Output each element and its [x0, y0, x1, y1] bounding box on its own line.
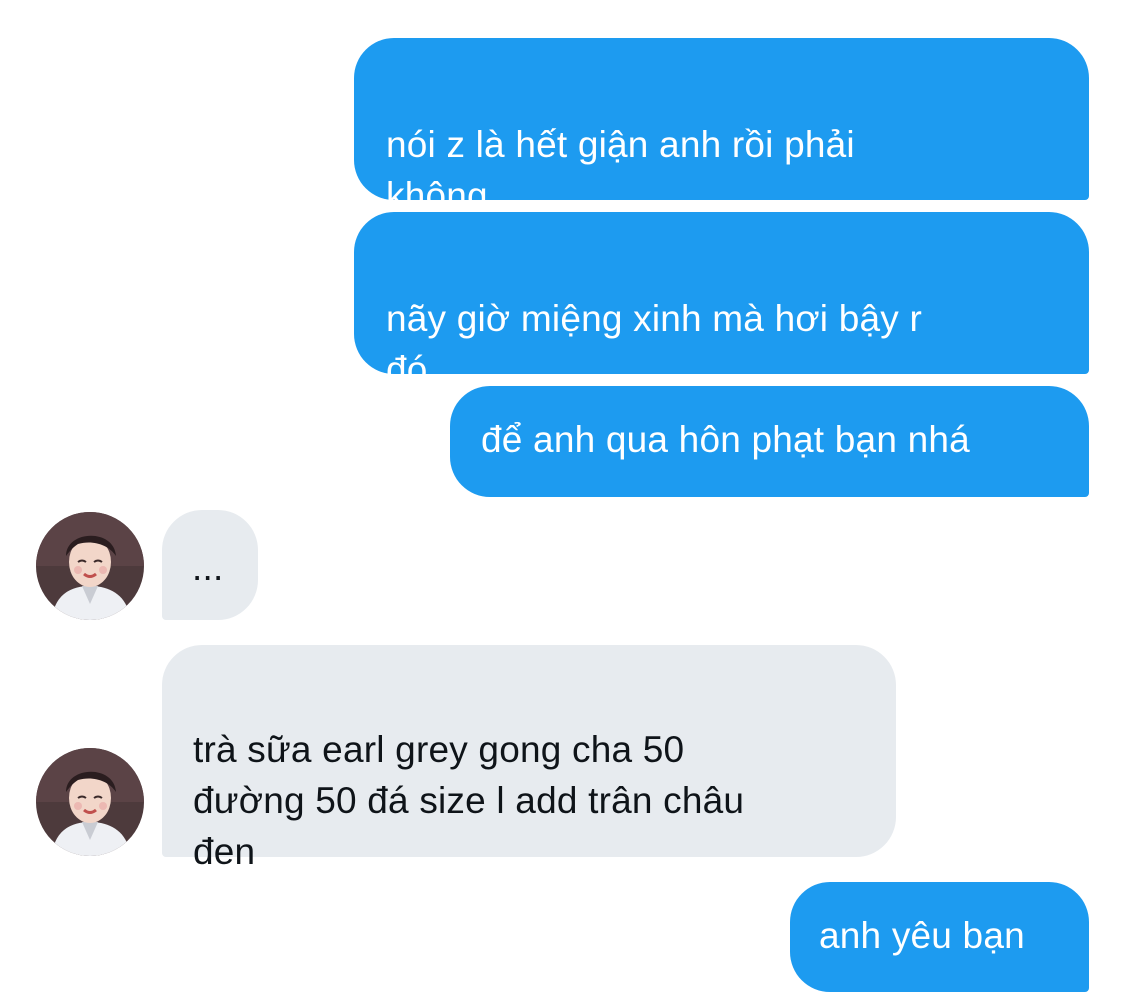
message-text: nãy giờ miệng xinh mà hơi bậy r đó	[386, 298, 922, 390]
message-bubble-outgoing[interactable]: để anh qua hôn phạt bạn nhá	[450, 386, 1089, 497]
message-text: anh yêu bạn	[819, 915, 1025, 956]
message-bubble-outgoing[interactable]: nãy giờ miệng xinh mà hơi bậy r đó	[354, 212, 1089, 390]
contact-avatar-photo-icon	[36, 748, 144, 856]
contact-avatar-photo-icon	[36, 512, 144, 620]
message-bubble-outgoing[interactable]: nói z là hết giận anh rồi phải không	[354, 38, 1089, 216]
message-bubble-outgoing[interactable]: anh yêu bạn	[790, 882, 1089, 992]
message-text: nói z là hết giận anh rồi phải không	[386, 124, 855, 216]
message-thread[interactable]: nói z là hết giận anh rồi phải không nãy…	[0, 0, 1125, 998]
message-text: để anh qua hôn phạt bạn nhá	[481, 419, 970, 460]
message-bubble-incoming[interactable]: trà sữa earl grey gong cha 50 đường 50 đ…	[162, 645, 896, 872]
contact-avatar[interactable]	[36, 748, 144, 856]
message-text: trà sữa earl grey gong cha 50 đường 50 đ…	[193, 729, 745, 872]
message-bubble-incoming[interactable]: ...	[162, 510, 258, 620]
message-text: ...	[192, 547, 224, 588]
contact-avatar[interactable]	[36, 512, 144, 620]
